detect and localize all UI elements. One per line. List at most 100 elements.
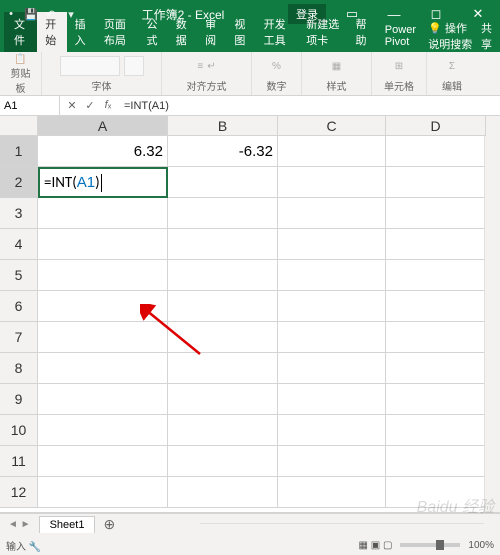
cell[interactable] xyxy=(278,477,386,508)
cell[interactable] xyxy=(386,260,486,291)
styles-icon[interactable]: ▦ xyxy=(332,61,341,72)
number-format-icon[interactable]: % xyxy=(272,61,281,72)
tab-powerpivot[interactable]: Power Pivot xyxy=(377,20,428,52)
cell[interactable] xyxy=(168,477,278,508)
save-icon[interactable]: 💾 xyxy=(24,7,38,21)
tab-pagelayout[interactable]: 页面布局 xyxy=(96,12,139,52)
formula-bar[interactable]: =INT(A1) xyxy=(120,100,500,112)
sheet-nav-icon[interactable]: ◄ ► xyxy=(8,519,31,530)
row-header[interactable]: 4 xyxy=(0,229,38,260)
row-header[interactable]: 12 xyxy=(0,477,38,508)
cell[interactable] xyxy=(168,415,278,446)
name-box[interactable]: A1 xyxy=(0,96,60,115)
redo-icon[interactable]: ▾ xyxy=(64,7,78,21)
tab-formulas[interactable]: 公式 xyxy=(138,12,167,52)
cell[interactable] xyxy=(278,415,386,446)
cell[interactable]: -6.32 xyxy=(168,136,278,167)
horizontal-scrollbar[interactable] xyxy=(200,523,484,539)
cell[interactable] xyxy=(386,167,486,198)
cell[interactable] xyxy=(38,322,168,353)
cell[interactable] xyxy=(278,353,386,384)
align-icon[interactable]: ≡ xyxy=(197,61,203,72)
cell[interactable] xyxy=(168,291,278,322)
add-sheet-icon[interactable]: ⊕ xyxy=(103,516,115,533)
cell[interactable] xyxy=(278,260,386,291)
cell[interactable] xyxy=(278,229,386,260)
cell[interactable] xyxy=(278,136,386,167)
cell[interactable] xyxy=(386,322,486,353)
row-header[interactable]: 10 xyxy=(0,415,38,446)
row-header[interactable]: 1 xyxy=(0,136,38,167)
cell[interactable]: =INT(A1) xyxy=(38,167,168,198)
cell[interactable] xyxy=(278,446,386,477)
font-size[interactable] xyxy=(124,56,144,76)
cell[interactable] xyxy=(168,353,278,384)
cell[interactable] xyxy=(278,167,386,198)
wrap-icon[interactable]: ↵ xyxy=(207,61,215,72)
tell-me-search[interactable]: 💡 操作说明搜索 xyxy=(428,20,477,52)
fx-icon[interactable]: fₓ xyxy=(100,99,116,112)
col-header-b[interactable]: B xyxy=(168,116,278,136)
cell[interactable] xyxy=(38,198,168,229)
cell[interactable] xyxy=(386,229,486,260)
col-header-c[interactable]: C xyxy=(278,116,386,136)
cell[interactable] xyxy=(278,291,386,322)
row-header[interactable]: 11 xyxy=(0,446,38,477)
cell[interactable] xyxy=(38,260,168,291)
cell[interactable] xyxy=(386,136,486,167)
cell[interactable] xyxy=(38,477,168,508)
tab-data[interactable]: 数据 xyxy=(168,12,197,52)
cell[interactable] xyxy=(168,260,278,291)
enter-icon[interactable]: ✓ xyxy=(82,99,98,112)
cell[interactable] xyxy=(386,446,486,477)
cells-icon[interactable]: ⊞ xyxy=(395,61,403,72)
cell[interactable] xyxy=(38,291,168,322)
undo-icon[interactable]: ↶ xyxy=(44,7,58,21)
row-header[interactable]: 5 xyxy=(0,260,38,291)
share-button[interactable]: 共享 xyxy=(481,20,494,52)
autosave-icon[interactable]: • xyxy=(4,7,18,21)
row-header[interactable]: 9 xyxy=(0,384,38,415)
cell[interactable] xyxy=(386,291,486,322)
zoom-level[interactable]: 100% xyxy=(468,540,494,551)
cell[interactable] xyxy=(278,322,386,353)
tab-review[interactable]: 审阅 xyxy=(197,12,226,52)
cell[interactable] xyxy=(278,198,386,229)
col-header-a[interactable]: A xyxy=(38,116,168,136)
cell[interactable] xyxy=(386,415,486,446)
sheet-tab[interactable]: Sheet1 xyxy=(39,516,96,533)
cell[interactable] xyxy=(168,384,278,415)
cell[interactable] xyxy=(38,384,168,415)
cell[interactable] xyxy=(386,198,486,229)
paste-icon[interactable]: 📋 xyxy=(14,54,26,65)
cell[interactable] xyxy=(168,167,278,198)
row-header[interactable]: 3 xyxy=(0,198,38,229)
row-header[interactable]: 8 xyxy=(0,353,38,384)
cell[interactable] xyxy=(386,353,486,384)
tab-help[interactable]: 帮助 xyxy=(348,12,377,52)
font-selector[interactable] xyxy=(60,56,120,76)
cancel-icon[interactable]: ✕ xyxy=(64,99,80,112)
cell[interactable] xyxy=(38,353,168,384)
select-all-corner[interactable] xyxy=(0,116,38,136)
cell[interactable] xyxy=(386,384,486,415)
cell[interactable] xyxy=(168,229,278,260)
col-header-d[interactable]: D xyxy=(386,116,486,136)
row-header[interactable]: 7 xyxy=(0,322,38,353)
cell[interactable]: 6.32 xyxy=(38,136,168,167)
cell[interactable] xyxy=(38,229,168,260)
cell[interactable] xyxy=(168,446,278,477)
tab-developer[interactable]: 开发工具 xyxy=(256,12,299,52)
cell[interactable] xyxy=(168,198,278,229)
tab-custom[interactable]: 新建选项卡 xyxy=(298,12,347,52)
vertical-scrollbar[interactable] xyxy=(484,136,500,512)
zoom-slider[interactable] xyxy=(400,543,460,547)
view-buttons[interactable]: ▦ ▣ ▢ xyxy=(359,540,393,551)
editing-icon[interactable]: Σ xyxy=(449,61,455,72)
cell[interactable] xyxy=(38,415,168,446)
tab-view[interactable]: 视图 xyxy=(226,12,255,52)
cell[interactable] xyxy=(168,322,278,353)
cell[interactable] xyxy=(278,384,386,415)
row-header[interactable]: 2 xyxy=(0,167,38,198)
cell[interactable] xyxy=(38,446,168,477)
